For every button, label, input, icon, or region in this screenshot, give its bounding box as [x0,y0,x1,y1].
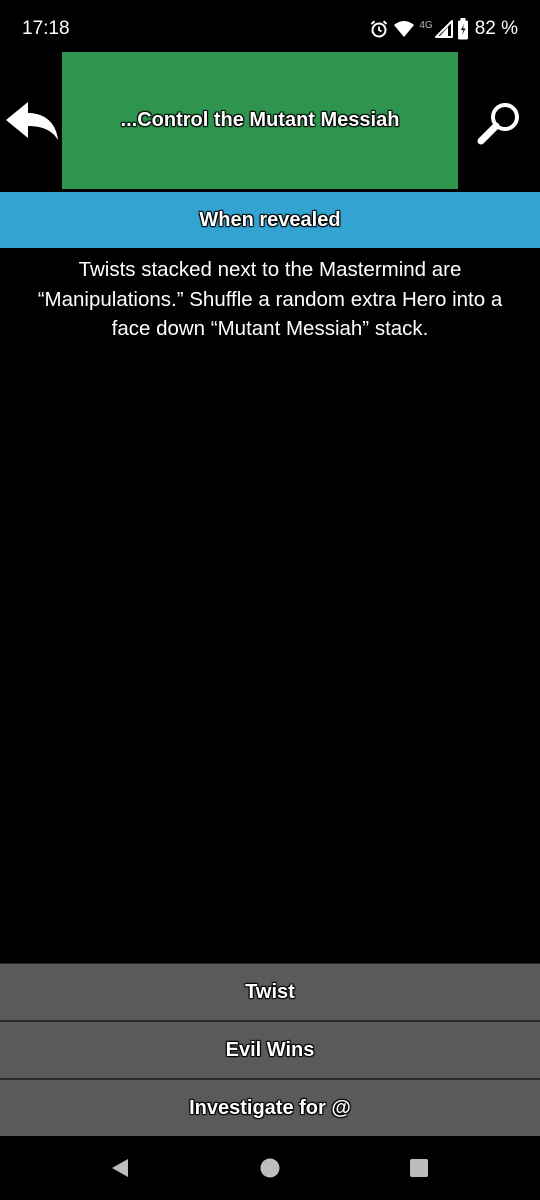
status-icons: 4G 82 % [369,16,518,42]
header: ...Control the Mutant Messiah [0,52,540,189]
investigate-button-label: Investigate for @ [189,1096,351,1119]
circle-home-icon [260,1158,280,1178]
search-icon [477,103,519,145]
title-box: ...Control the Mutant Messiah [62,52,458,189]
battery-level: 82 % [474,18,518,39]
twist-button-label: Twist [245,980,295,1003]
section-description: Twists stacked next to the Mastermind ar… [37,258,503,340]
back-arrow-icon [6,102,58,140]
back-button[interactable] [4,100,60,144]
network-type: 4G [419,19,433,31]
evil-wins-button[interactable]: Evil Wins [0,1021,540,1079]
section-header: When revealed [0,192,540,248]
nav-recents-button[interactable] [407,1156,431,1180]
status-time: 17:18 [22,18,70,39]
page-title: ...Control the Mutant Messiah [120,109,400,131]
investigate-button[interactable]: Investigate for @ [0,1079,540,1137]
square-recents-icon [410,1159,428,1177]
system-nav-bar [0,1136,540,1200]
wifi-icon [393,19,415,39]
evil-wins-button-label: Evil Wins [225,1038,315,1061]
nav-home-button[interactable] [258,1156,282,1180]
nav-back-button[interactable] [108,1156,132,1180]
bottom-button-group: Twist Evil Wins Investigate for @ [0,963,540,1137]
twist-button[interactable]: Twist [0,963,540,1021]
section-title: When revealed [199,208,341,231]
signal-icon [434,19,453,39]
alarm-icon [369,19,389,39]
search-button[interactable] [474,98,526,150]
triangle-back-icon [112,1159,128,1177]
battery-icon [457,18,469,40]
status-bar: 17:18 4G 82 % [0,0,540,58]
